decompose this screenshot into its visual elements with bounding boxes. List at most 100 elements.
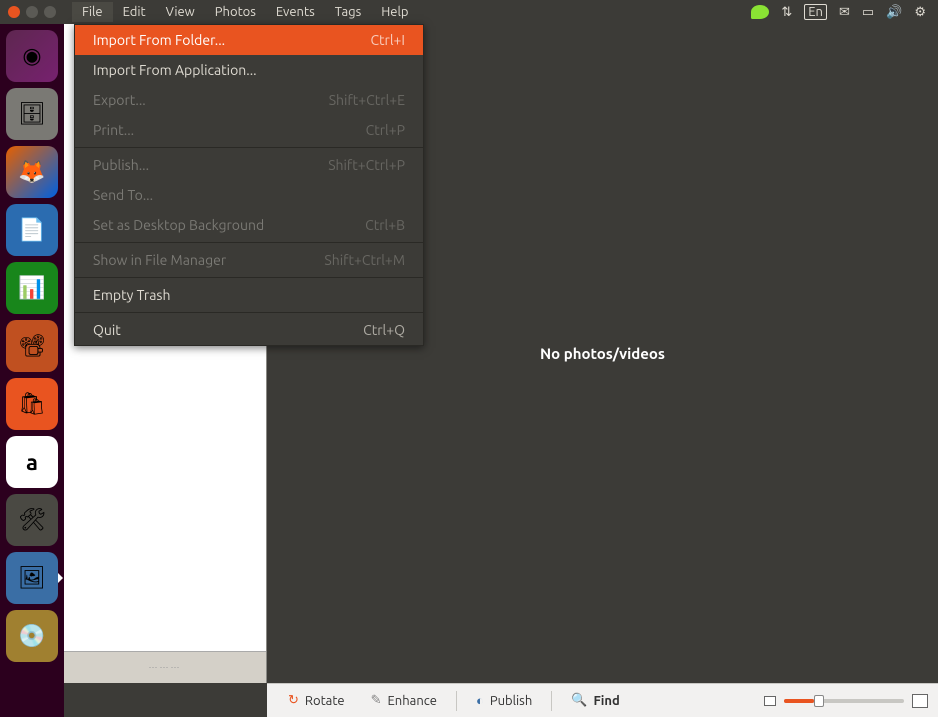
menu-item-label: Set as Desktop Background [93,217,264,233]
keyboard-indicator[interactable]: En [804,4,827,20]
menu-item-print[interactable]: Print... Ctrl+P [75,115,423,145]
toolbar-separator [456,691,457,711]
menu-tags[interactable]: Tags [325,2,372,22]
launcher-firefox[interactable]: 🦊 [6,146,58,198]
files-icon: 🗄 [18,101,46,127]
zoom-thumb[interactable] [814,695,824,707]
menu-help[interactable]: Help [371,2,418,22]
launcher-settings[interactable]: 🛠 [6,494,58,546]
menu-item-send-to[interactable]: Send To... [75,180,423,210]
shotwell-icon: 🖼 [18,565,46,591]
window-minimize-button[interactable] [26,6,38,18]
empty-state-text: No photos/videos [540,345,665,362]
menu-item-label: Export... [93,92,146,108]
zoom-out-icon[interactable] [764,696,776,706]
settings-icon: 🛠 [18,507,46,533]
menu-separator [75,277,423,278]
launcher-dash[interactable]: ◉ [6,30,58,82]
menu-item-label: Empty Trash [93,287,170,303]
menu-item-label: Publish... [93,157,149,173]
find-icon: 🔍 [571,693,587,708]
menu-item-export[interactable]: Export... Shift+Ctrl+E [75,85,423,115]
impress-icon: 📽 [18,333,46,359]
software-icon: 🛍 [18,391,46,417]
menu-item-import-folder[interactable]: Import From Folder... Ctrl+I [75,25,423,55]
unity-launcher: ◉ 🗄 🦊 📄 📊 📽 🛍 a 🛠 🖼 💿 [0,24,64,717]
menubar-items: File Edit View Photos Events Tags Help [64,2,419,22]
enhance-button[interactable]: ✎ Enhance [360,688,448,713]
menu-item-label: Import From Folder... [93,32,225,48]
writer-icon: 📄 [18,217,45,243]
button-label: Enhance [388,694,437,708]
menu-separator [75,312,423,313]
menu-item-show-file-manager[interactable]: Show in File Manager Shift+Ctrl+M [75,245,423,275]
menubar: File Edit View Photos Events Tags Help ⇅… [0,0,938,24]
launcher-calc[interactable]: 📊 [6,262,58,314]
system-menu-icon[interactable]: ⚙ [914,5,926,20]
network-indicator-icon[interactable]: ⇅ [781,5,792,20]
menu-item-shortcut: Shift+Ctrl+E [329,92,405,108]
sound-indicator-icon[interactable]: 🔊 [886,5,902,20]
launcher-impress[interactable]: 📽 [6,320,58,372]
toolbar-separator [551,691,552,711]
publish-icon: ◐ [476,693,484,708]
menu-edit[interactable]: Edit [113,2,156,22]
pane-resize-grip[interactable]: ⋯⋯⋯ [64,651,266,683]
publish-button[interactable]: ◐ Publish [465,688,543,713]
menu-photos[interactable]: Photos [205,2,266,22]
zoom-track[interactable] [784,699,904,703]
menu-item-label: Print... [93,122,134,138]
button-label: Publish [490,694,532,708]
active-indicator-icon [58,573,63,583]
menu-view[interactable]: View [156,2,205,22]
menu-item-shortcut: Shift+Ctrl+M [324,252,405,268]
menu-item-set-background[interactable]: Set as Desktop Background Ctrl+B [75,210,423,240]
amazon-icon: a [26,450,38,475]
zoom-in-icon[interactable] [912,694,928,708]
menu-item-import-application[interactable]: Import From Application... [75,55,423,85]
menu-item-quit[interactable]: Quit Ctrl+Q [75,315,423,345]
window-close-button[interactable] [8,6,20,18]
window-controls [0,6,64,18]
menu-item-label: Show in File Manager [93,252,226,268]
menu-separator [75,147,423,148]
button-label: Find [593,694,619,708]
menu-item-label: Import From Application... [93,62,257,78]
menu-item-shortcut: Ctrl+I [370,32,405,48]
firefox-icon: 🦊 [18,159,45,185]
menu-item-label: Send To... [93,187,153,203]
launcher-writer[interactable]: 📄 [6,204,58,256]
menu-item-shortcut: Ctrl+Q [363,322,405,338]
menu-item-shortcut: Shift+Ctrl+P [328,157,405,173]
chat-indicator-icon[interactable] [751,5,769,19]
launcher-shotwell[interactable]: 🖼 [6,552,58,604]
menu-item-label: Quit [93,322,121,338]
menu-separator [75,242,423,243]
launcher-disk[interactable]: 💿 [6,610,58,662]
menu-file[interactable]: File [72,2,113,22]
button-label: Rotate [305,694,345,708]
mail-indicator-icon[interactable]: ✉ [839,5,850,20]
menu-item-shortcut: Ctrl+P [366,122,405,138]
menu-item-publish[interactable]: Publish... Shift+Ctrl+P [75,150,423,180]
system-indicators: ⇅ En ✉ ▭ 🔊 ⚙ [751,4,938,20]
rotate-button[interactable]: ↻ Rotate [277,688,356,713]
launcher-software[interactable]: 🛍 [6,378,58,430]
menu-item-shortcut: Ctrl+B [365,217,405,233]
rotate-icon: ↻ [288,693,299,708]
menu-events[interactable]: Events [266,2,325,22]
find-button[interactable]: 🔍 Find [560,688,631,713]
zoom-fill [784,699,814,703]
file-menu-dropdown: Import From Folder... Ctrl+I Import From… [74,24,424,346]
launcher-amazon[interactable]: a [6,436,58,488]
enhance-icon: ✎ [371,693,382,708]
battery-indicator-icon[interactable]: ▭ [862,5,874,20]
zoom-slider[interactable] [764,694,928,708]
disk-icon: 💿 [18,623,45,649]
menu-item-empty-trash[interactable]: Empty Trash [75,280,423,310]
bottom-toolbar: ↻ Rotate ✎ Enhance ◐ Publish 🔍 Find [267,683,938,717]
launcher-files[interactable]: 🗄 [6,88,58,140]
window-maximize-button[interactable] [44,6,56,18]
dash-icon: ◉ [22,43,41,69]
calc-icon: 📊 [18,275,45,301]
